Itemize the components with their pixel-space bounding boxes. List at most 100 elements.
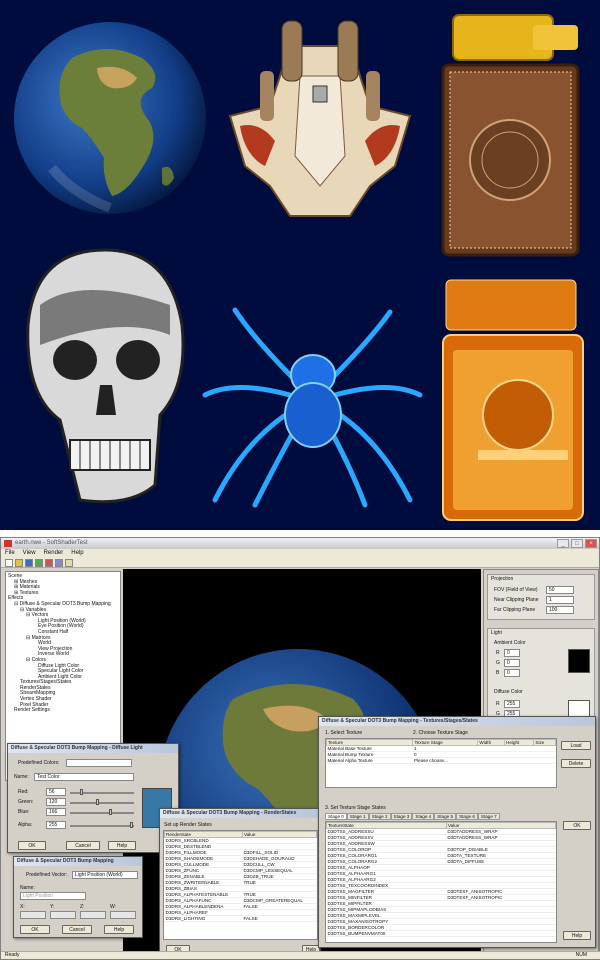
x-field[interactable] <box>20 911 46 919</box>
menu-help[interactable]: Help <box>71 549 83 558</box>
help-icon[interactable] <box>65 559 73 567</box>
ambient-b-field[interactable]: 0 <box>504 669 520 677</box>
maximize-button[interactable]: □ <box>571 539 583 548</box>
blue-field[interactable]: 166 <box>46 808 66 816</box>
dialog-title: Diffuse & Specular DOT3 Bump Mapping <box>14 857 142 866</box>
red-label: Red: <box>18 789 29 795</box>
tree-item[interactable]: Render Settings <box>8 708 118 714</box>
ambient-swatch[interactable] <box>568 649 590 673</box>
predefined-vector-label: Predefined Vector: <box>26 872 68 878</box>
tab-stage-7[interactable]: Stage 7 <box>477 813 500 820</box>
name-field[interactable]: Light Position <box>20 892 86 900</box>
spider-render <box>202 307 423 508</box>
spaceship-render <box>228 20 412 217</box>
table-row[interactable]: D3DRS_LIGHTING FALSE <box>164 915 317 922</box>
vector-dialog: Diffuse & Specular DOT3 Bump Mapping Pre… <box>13 856 143 938</box>
alpha-slider-knob[interactable] <box>130 822 133 828</box>
menu-file[interactable]: File <box>5 549 15 558</box>
name-label: Name: <box>20 885 35 891</box>
w-field[interactable] <box>110 911 136 919</box>
red-slider-knob[interactable] <box>80 789 83 795</box>
ok-button[interactable]: OK <box>18 841 46 850</box>
texture-icon[interactable] <box>35 559 43 567</box>
table-cell <box>477 757 505 764</box>
table-row[interactable]: D3DTSS_BUMPENVMAT00 <box>326 930 556 937</box>
red-field[interactable]: 56 <box>46 788 66 796</box>
y-field[interactable] <box>50 911 76 919</box>
new-icon[interactable] <box>5 559 13 567</box>
green-slider-knob[interactable] <box>96 799 99 805</box>
fov-field[interactable]: 50 <box>546 586 574 594</box>
close-button[interactable]: × <box>585 539 597 548</box>
tab-stage-2[interactable]: Stage 2 <box>368 813 391 820</box>
ambient-label: Ambient Color <box>494 640 526 646</box>
diffuse-r-label: R <box>496 701 500 707</box>
predefined-vector-select[interactable]: Light Position (World) <box>72 871 138 879</box>
status-bar: Ready NUM <box>1 951 600 959</box>
dialog-title: Diffuse & Specular DOT3 Bump Mapping - D… <box>8 744 178 753</box>
table-cell <box>446 930 556 937</box>
diffuse-r-field[interactable]: 255 <box>504 700 520 708</box>
help-button[interactable]: Help <box>563 931 591 940</box>
table-cell: Please choose... <box>412 757 478 764</box>
z-field[interactable] <box>80 911 106 919</box>
dialog-title: Diffuse & Specular DOT3 Bump Mapping - T… <box>319 717 595 726</box>
z-label: Z: <box>80 904 85 910</box>
section-select-texture: 1. Select Texture <box>325 730 363 736</box>
renderstates-dialog: Diffuse & Specular DOT3 Bump Mapping - R… <box>159 808 321 956</box>
name-label: Name: <box>14 774 29 780</box>
ok-button[interactable]: OK <box>563 821 591 830</box>
section-stage-states: 3. Set Texture Stage States <box>325 805 386 811</box>
far-field[interactable]: 100 <box>546 606 574 614</box>
render-icon[interactable] <box>55 559 63 567</box>
earth-render <box>14 22 206 214</box>
x-label: X: <box>20 904 25 910</box>
tab-stage-4[interactable]: Stage 4 <box>412 813 435 820</box>
near-field[interactable]: 1 <box>546 596 574 604</box>
diffuse-light-dialog: Diffuse & Specular DOT3 Bump Mapping - D… <box>7 743 179 853</box>
renderstates-table[interactable]: Renderstate Value D3DRS_SRCBLEND D3DRS_DES… <box>163 830 318 940</box>
green-field[interactable]: 120 <box>46 798 66 806</box>
skull-render <box>26 248 185 504</box>
load-button[interactable]: Load <box>561 741 591 750</box>
tab-stage-5[interactable]: Stage 5 <box>434 813 457 820</box>
ambient-r-field[interactable]: 0 <box>504 649 520 657</box>
delete-button[interactable]: Delete <box>561 759 591 768</box>
cancel-button[interactable]: Cancel <box>66 841 100 850</box>
tab-stage-1[interactable]: Stage 1 <box>346 813 369 820</box>
textures-dialog: Diffuse & Specular DOT3 Bump Mapping - T… <box>318 716 596 948</box>
near-label: Near Clipping Plane <box>494 597 539 603</box>
stage-tabs: Stage 0 Stage 1 Stage 2 Stage 3 Stage 4 … <box>325 813 500 820</box>
shader-icon[interactable] <box>45 559 53 567</box>
save-icon[interactable] <box>25 559 33 567</box>
window-title: earth.nwe - SoftShaderTest <box>15 540 88 546</box>
textures-table[interactable]: Texture Texture Stage Width Height Size … <box>325 738 557 788</box>
ok-button[interactable]: OK <box>20 925 50 934</box>
cancel-button[interactable]: Cancel <box>62 925 92 934</box>
blue-slider[interactable] <box>70 812 134 814</box>
menu-render[interactable]: Render <box>44 549 64 558</box>
ambient-g-label: G <box>496 660 500 666</box>
open-icon[interactable] <box>15 559 23 567</box>
name-field[interactable]: Test Color <box>34 773 134 781</box>
dialog-title: Diffuse & Specular DOT3 Bump Mapping - R… <box>160 809 320 818</box>
ambient-g-field[interactable]: 0 <box>504 659 520 667</box>
minimize-button[interactable]: _ <box>557 539 569 548</box>
predefined-colors-select[interactable] <box>66 759 132 767</box>
help-button[interactable]: Help <box>104 925 134 934</box>
blue-slider-knob[interactable] <box>109 809 112 815</box>
fov-label: FOV (Field of View) <box>494 587 538 593</box>
stage-states-table[interactable]: TextureState Value D3DTSS_ADDRESSU D3DTADD… <box>325 821 557 943</box>
lighter-orange-render <box>442 279 584 521</box>
tab-stage-6[interactable]: Stage 6 <box>456 813 478 820</box>
help-button[interactable]: Help <box>108 841 136 850</box>
render-gallery <box>0 0 600 530</box>
green-slider[interactable] <box>70 802 134 804</box>
predefined-colors-label: Predefined Colors: <box>18 760 60 766</box>
table-row[interactable]: Material Alpha Texture Please choose... <box>326 757 556 764</box>
tab-stage-3[interactable]: Stage 3 <box>390 813 413 820</box>
menu-view[interactable]: View <box>23 549 36 558</box>
tab-stage-0[interactable]: Stage 0 <box>325 813 347 820</box>
alpha-slider[interactable] <box>70 825 134 827</box>
alpha-field[interactable]: 255 <box>46 821 66 829</box>
